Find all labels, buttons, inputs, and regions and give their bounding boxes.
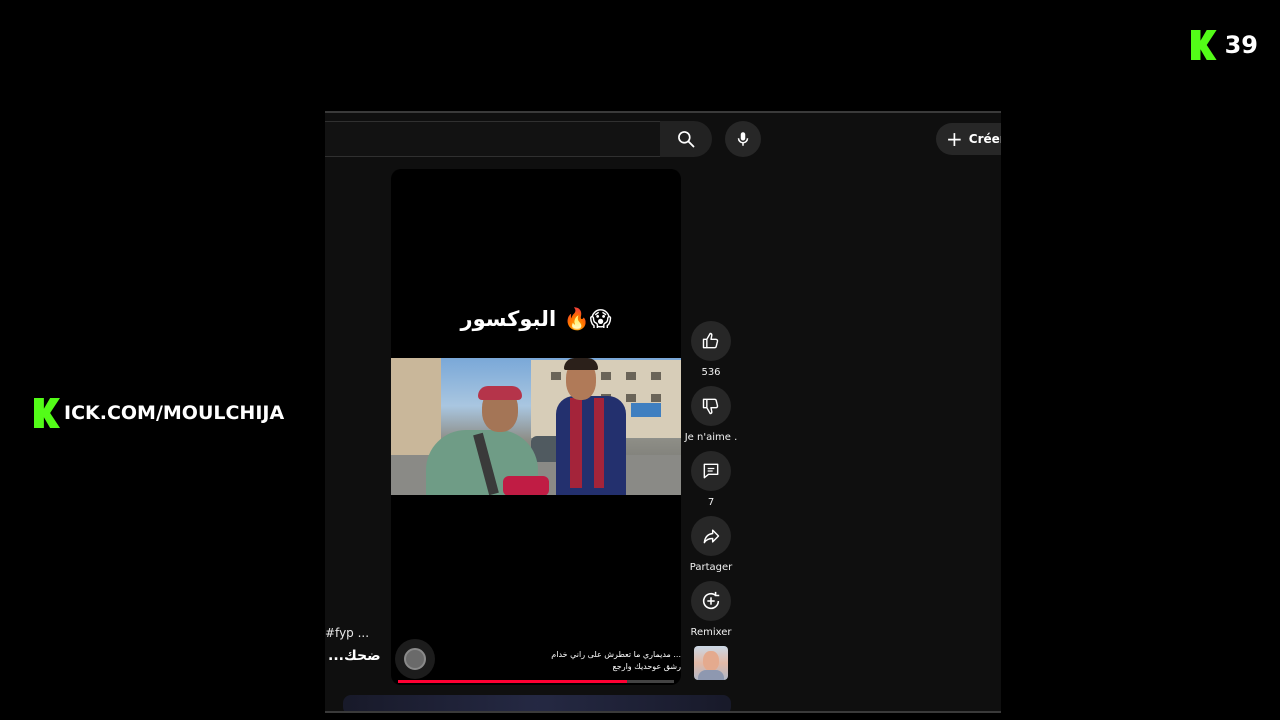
short-title: البوكسور 🔥😱 <box>460 307 612 331</box>
person-right <box>556 358 636 495</box>
hashtag-link[interactable]: #fyp ... <box>325 626 369 640</box>
voice-search-button[interactable] <box>725 121 761 157</box>
comment-count: 7 <box>707 497 715 508</box>
kick-logo-icon <box>1190 30 1217 60</box>
comment-button[interactable] <box>691 451 731 491</box>
progress-fill <box>398 680 628 683</box>
share-button[interactable] <box>691 516 731 556</box>
record-icon <box>404 648 426 670</box>
prev-short-title[interactable]: ضحك... <box>328 648 381 664</box>
share-icon <box>703 529 720 544</box>
thumbs-down-icon <box>702 398 719 415</box>
kick-logo-icon <box>34 398 60 428</box>
caption-line-1: ... مديماري ما تعطرش على راني خدام <box>551 650 681 659</box>
thumbs-up-icon <box>702 332 719 349</box>
search-icon <box>678 131 695 148</box>
progress-bar[interactable] <box>398 680 674 683</box>
search-button[interactable] <box>660 121 712 157</box>
comment-icon <box>703 463 719 479</box>
caption-line-2: رشق عوحديك وارجع <box>612 662 682 671</box>
kick-url-text: ICK.COM/MOULCHIJA <box>64 402 285 424</box>
plus-icon: + <box>946 127 963 151</box>
shorts-player[interactable]: البوكسور 🔥😱 <box>391 169 681 685</box>
channel-avatar[interactable] <box>694 646 728 680</box>
search-input[interactable] <box>325 121 661 157</box>
create-label: Créer <box>968 132 1001 146</box>
like-count: 536 <box>701 367 721 378</box>
dislike-label: Je n'aime . <box>684 432 738 443</box>
red-bag <box>503 476 549 495</box>
viewer-count-overlay: 39 <box>1190 30 1258 60</box>
next-short-preview[interactable] <box>343 695 731 711</box>
youtube-shorts-screen: + Créer البوكسور 🔥😱 <box>325 111 1001 713</box>
viewer-count: 39 <box>1224 31 1258 59</box>
play-pause-button[interactable] <box>395 639 435 679</box>
create-button[interactable]: + Créer <box>936 123 1001 155</box>
remix-icon <box>702 591 720 610</box>
video-frame <box>391 358 681 495</box>
dislike-button[interactable] <box>691 386 731 426</box>
share-label: Partager <box>689 562 733 573</box>
kick-url-overlay: ICK.COM/MOULCHIJA <box>34 398 284 428</box>
remix-label: Remixer <box>690 627 732 638</box>
mic-icon <box>737 132 749 146</box>
action-bar: 536 Je n'aime . 7 Partager Remixer <box>684 321 738 680</box>
remix-button[interactable] <box>691 581 731 621</box>
like-button[interactable] <box>691 321 731 361</box>
